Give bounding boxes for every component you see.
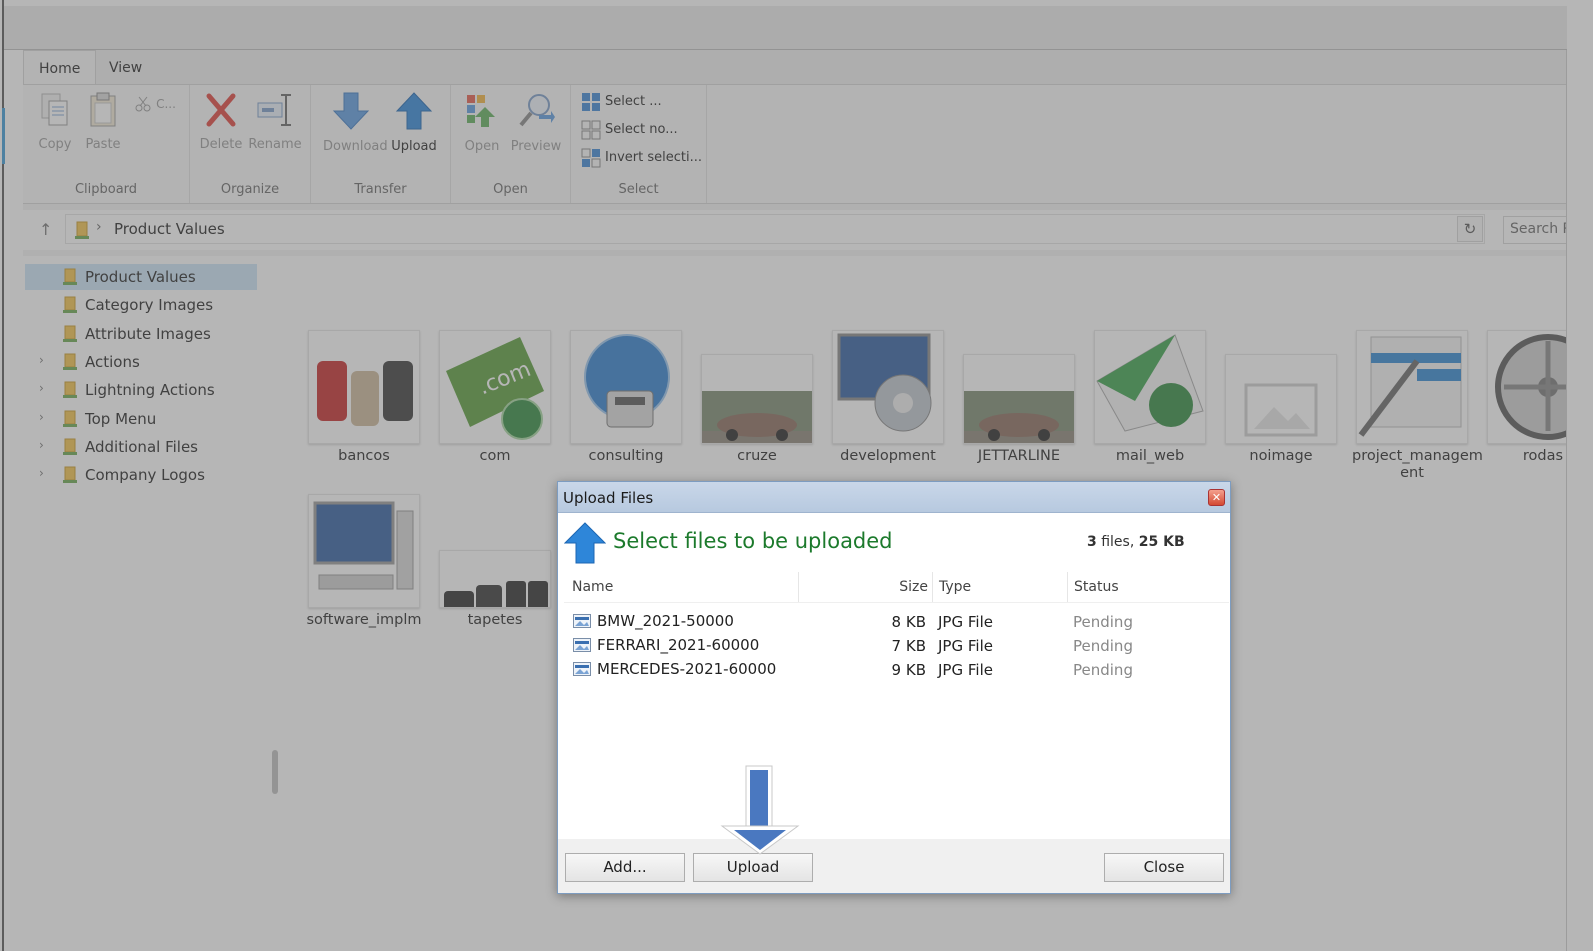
upload-file-name: FERRARI_2021-60000 bbox=[597, 636, 760, 654]
file-count: 3 bbox=[1087, 534, 1097, 550]
column-separator bbox=[798, 572, 799, 602]
dialog-close-icon[interactable]: ✕ bbox=[1208, 489, 1225, 506]
dialog-footer: Add... Upload Close bbox=[558, 839, 1230, 893]
upload-file-type: JPG File bbox=[938, 637, 993, 655]
total-size: 25 KB bbox=[1138, 534, 1185, 550]
upload-file-size: 7 KB bbox=[891, 637, 926, 655]
upload-summary: 3 files, 25 KB bbox=[1087, 534, 1185, 550]
column-name[interactable]: Name bbox=[572, 572, 613, 602]
upload-file-name: BMW_2021-50000 bbox=[597, 612, 734, 630]
image-file-icon bbox=[573, 662, 591, 676]
add-files-button[interactable]: Add... bbox=[565, 853, 685, 882]
image-file-icon bbox=[573, 638, 591, 652]
upload-button[interactable]: Upload bbox=[693, 853, 813, 882]
upload-file-row[interactable]: FERRARI_2021-60000 7 KB JPG File Pending bbox=[558, 634, 1230, 658]
dialog-title-bar: Upload Files ✕ bbox=[558, 482, 1230, 513]
upload-file-status: Pending bbox=[1073, 613, 1133, 631]
column-type[interactable]: Type bbox=[939, 572, 971, 602]
upload-file-name: MERCEDES-2021-60000 bbox=[597, 660, 777, 678]
upload-file-status: Pending bbox=[1073, 637, 1133, 655]
image-file-icon bbox=[573, 614, 591, 628]
upload-file-size: 8 KB bbox=[891, 613, 926, 631]
dialog-heading: Select files to be uploaded bbox=[613, 529, 893, 553]
upload-file-size: 9 KB bbox=[891, 661, 926, 679]
column-status[interactable]: Status bbox=[1074, 572, 1119, 602]
upload-arrow-icon bbox=[564, 522, 606, 564]
hint-down-arrow-icon bbox=[720, 765, 800, 855]
column-separator bbox=[932, 572, 933, 602]
column-size[interactable]: Size bbox=[858, 572, 928, 602]
column-separator bbox=[1067, 572, 1068, 602]
upload-file-row[interactable]: MERCEDES-2021-60000 9 KB JPG File Pending bbox=[558, 658, 1230, 682]
upload-dialog: Upload Files ✕ Select files to be upload… bbox=[557, 481, 1231, 894]
upload-file-type: JPG File bbox=[938, 613, 993, 631]
header-divider bbox=[564, 602, 1229, 603]
upload-file-type: JPG File bbox=[938, 661, 993, 679]
upload-file-row[interactable]: BMW_2021-50000 8 KB JPG File Pending bbox=[558, 610, 1230, 634]
dialog-title: Upload Files bbox=[563, 489, 654, 507]
upload-file-status: Pending bbox=[1073, 661, 1133, 679]
files-word: files, bbox=[1101, 534, 1135, 550]
close-button[interactable]: Close bbox=[1104, 853, 1224, 882]
